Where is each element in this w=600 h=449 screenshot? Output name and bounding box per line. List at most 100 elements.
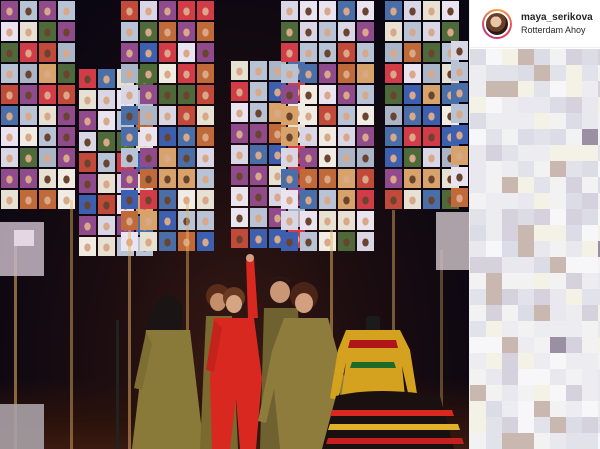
pixelated-comment-cell (534, 225, 550, 241)
pixelated-comment-cell (470, 337, 486, 353)
light-beam (128, 230, 131, 449)
pixelated-comment-cell (486, 225, 502, 241)
pixelated-comment-cell (582, 337, 598, 353)
pixelated-comment-cell (502, 433, 518, 449)
pixelated-comment-cell (550, 193, 566, 209)
post-photo[interactable] (0, 0, 469, 449)
pixelated-comment-cell (566, 161, 582, 177)
pixelated-comment-cell (518, 273, 534, 289)
pixelated-comment-cell (518, 97, 534, 113)
pixelated-comment-cell (486, 209, 502, 225)
pixelated-comment-cell (550, 385, 566, 401)
pixelated-comment-cell (566, 49, 582, 65)
pixelated-comment-cell (534, 97, 550, 113)
pixelated-comment-cell (582, 209, 598, 225)
pixelated-comment-cell (550, 289, 566, 305)
pixelated-comment-cell (534, 209, 550, 225)
pixelated-comment-cell (550, 401, 566, 417)
pixelated-comment-cell (566, 257, 582, 273)
pixelated-comment-cell (582, 225, 598, 241)
pixelated-comment-cell (502, 417, 518, 433)
username-link[interactable]: maya_serikova (521, 12, 593, 23)
pixelated-comment-cell (582, 433, 598, 449)
pixelated-comment-cell (470, 369, 486, 385)
pixelated-comment-cell (486, 49, 502, 65)
pixelated-comment-cell (518, 209, 534, 225)
post-header: maya_serikova Rotterdam Ahoy (470, 0, 600, 48)
pixelated-comment-cell (566, 337, 582, 353)
pixelated-comment-cell (550, 417, 566, 433)
pixelated-area (0, 404, 44, 449)
pixelated-comment-cell (550, 145, 566, 161)
pixelated-comment-cell (550, 433, 566, 449)
pixelated-comment-cell (534, 417, 550, 433)
pixelated-comment-cell (502, 385, 518, 401)
comments-pixelated (470, 49, 600, 449)
pixelated-area (14, 230, 34, 246)
pixelated-comment-cell (518, 81, 534, 97)
pixelated-comment-cell (550, 337, 566, 353)
pixelated-comment-cell (534, 161, 550, 177)
pixelated-comment-cell (582, 193, 598, 209)
pixelated-comment-cell (550, 241, 566, 257)
pixelated-comment-cell (534, 257, 550, 273)
pixelated-comment-cell (518, 129, 534, 145)
pixelated-comment-cell (486, 113, 502, 129)
post-sidebar: maya_serikova Rotterdam Ahoy (469, 0, 600, 449)
pixelated-comment-cell (486, 353, 502, 369)
pixelated-comment-cell (470, 305, 486, 321)
pixelated-comment-cell (486, 321, 502, 337)
pixelated-comment-cell (582, 321, 598, 337)
pixelated-comment-cell (566, 273, 582, 289)
pixelated-comment-cell (550, 321, 566, 337)
pixelated-comment-cell (582, 385, 598, 401)
pixelated-comment-cell (582, 257, 598, 273)
pixelated-comment-cell (486, 369, 502, 385)
pixelated-comment-cell (534, 193, 550, 209)
pixelated-comment-cell (486, 97, 502, 113)
pixelated-comment-cell (486, 273, 502, 289)
pixelated-comment-cell (470, 401, 486, 417)
pixelated-comment-cell (534, 337, 550, 353)
avatar-story-ring[interactable] (482, 8, 512, 39)
pixelated-comment-cell (518, 257, 534, 273)
pixelated-comment-cell (534, 65, 550, 81)
pixelated-comment-cell (582, 113, 598, 129)
pixelated-comment-cell (502, 225, 518, 241)
pixelated-comment-cell (470, 225, 486, 241)
pixelated-comment-cell (470, 385, 486, 401)
pixelated-comment-cell (566, 305, 582, 321)
pixelated-comment-cell (470, 289, 486, 305)
pixelated-comment-cell (550, 161, 566, 177)
pixelated-comment-cell (582, 97, 598, 113)
pixelated-comment-cell (518, 113, 534, 129)
pixelated-comment-cell (470, 145, 486, 161)
pixelated-comment-cell (534, 305, 550, 321)
pixelated-comment-cell (502, 241, 518, 257)
pixelated-comment-cell (566, 241, 582, 257)
pixelated-comment-cell (582, 353, 598, 369)
pixelated-comment-cell (502, 177, 518, 193)
pixelated-comment-cell (566, 129, 582, 145)
pixelated-comment-cell (470, 129, 486, 145)
pixelated-comment-cell (486, 433, 502, 449)
pixelated-comment-cell (582, 241, 598, 257)
pixelated-comment-cell (518, 433, 534, 449)
pixelated-comment-cell (566, 177, 582, 193)
pixelated-comment-cell (534, 129, 550, 145)
pixelated-comment-cell (534, 113, 550, 129)
profile-avatar-icon[interactable] (484, 10, 510, 37)
pixelated-comment-cell (518, 241, 534, 257)
pixelated-comment-cell (582, 49, 598, 65)
pixelated-comment-cell (518, 49, 534, 65)
pixelated-comment-cell (566, 65, 582, 81)
performer-olive-left (132, 295, 204, 449)
pixelated-comment-cell (582, 417, 598, 433)
pixelated-comment-cell (534, 241, 550, 257)
pixelated-comment-cell (550, 97, 566, 113)
location-link[interactable]: Rotterdam Ahoy (521, 25, 593, 35)
pixelated-comment-cell (566, 385, 582, 401)
pixelated-comment-cell (550, 177, 566, 193)
pixelated-comment-cell (582, 289, 598, 305)
pixelated-comment-cell (470, 417, 486, 433)
